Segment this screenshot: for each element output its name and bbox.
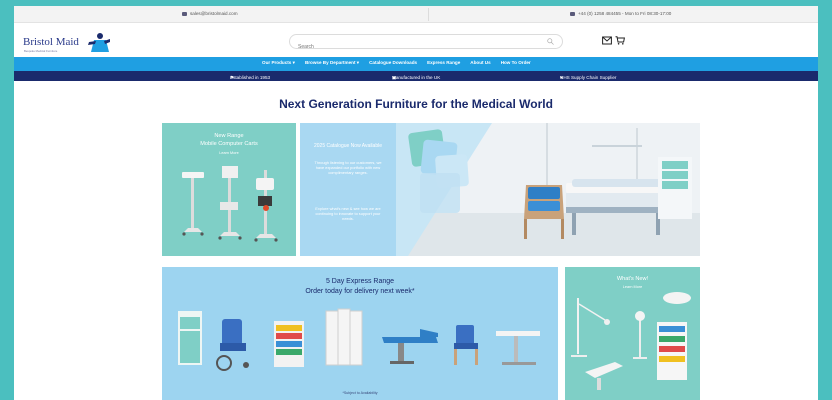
usp-nhs-text: NHS Supply Chain Supplier [560,75,617,80]
tile-whats-new[interactable]: What's New! Learn More [565,267,700,400]
email-text: sales@bristolmaid.com [190,11,238,16]
catalogue-heading: 2025 Catalogue Now Available [313,143,382,149]
computer-carts-image [182,166,278,242]
usp-bar: ⚑ Established in 1953 ▣ Manufactured in … [14,71,818,81]
nav-item-our-products[interactable]: Our Products ▾ [262,60,295,66]
usp-established-text: Established in 1953 [230,75,271,80]
whats-new-learn-more[interactable]: Learn More [565,285,700,289]
express-products-image [178,308,540,371]
email-link[interactable]: sales@bristolmaid.com [182,11,238,16]
nav-item-about-us[interactable]: About Us [470,60,490,66]
nav-item-express-range[interactable]: Express Range [427,60,460,66]
tile-new-range[interactable]: New Range Mobile Computer Carts Learn Mo… [162,123,296,256]
new-range-heading: New Range [214,133,244,139]
catalogue-paragraph-1: Through listening to our customers, we h… [314,160,382,175]
logo-text: Bristol Maid [23,36,79,48]
tile-catalogue[interactable]: 2025 Catalogue Now Available Through lis… [300,123,396,256]
top-bar: sales@bristolmaid.com +44 (0) 1258 48445… [14,6,818,23]
nav-item-how-to-order[interactable]: How To Order [501,60,531,66]
express-footnote: *Subject to Availability [342,391,378,395]
main-nav: Our Products ▾ Browse By Department ▾ Ca… [14,57,818,71]
nav-item-catalogue-downloads[interactable]: Catalogue Downloads [369,60,417,66]
hospital-room-image[interactable] [396,123,700,256]
new-range-learn-more[interactable]: Learn More [162,151,296,155]
usp-manufactured-text: Manufactured in the UK [392,75,441,80]
envelope-icon[interactable] [602,36,612,45]
phone-icon [570,11,575,16]
search-input[interactable] [298,40,538,54]
cart-icon[interactable] [615,36,625,45]
logo-tagline: Bespoke Medical Furniture [24,49,58,53]
phone-text: +44 (0) 1258 484455 - Mon to Fri 08:30-1… [578,11,672,16]
page: sales@bristolmaid.com +44 (0) 1258 48445… [14,6,818,400]
express-heading: 5 Day Express Range [325,278,395,285]
catalogue-paragraph-2: Explore what's new & see how we are cont… [315,206,381,221]
logo[interactable]: Bristol Maid Bespoke Medical Furniture [23,32,113,56]
express-subheading: Order today for delivery next week* [305,288,415,295]
whats-new-heading: What's New! [616,276,649,282]
new-range-subheading: Mobile Computer Carts [200,141,258,147]
topbar-divider [428,8,429,21]
whats-new-products-image [571,292,691,390]
tile-express-range[interactable]: 5 Day Express Range Order today for deli… [162,267,558,400]
search-box[interactable] [289,34,563,54]
hospital-room-photo [396,123,700,256]
header-icons [602,36,625,45]
envelope-icon [182,11,187,16]
page-title: Next Generation Furniture for the Medica… [279,97,553,111]
maid-figure-icon [88,33,110,52]
search-icon[interactable] [547,38,554,45]
nav-item-browse-by-department[interactable]: Browse By Department ▾ [305,60,359,66]
phone-link[interactable]: +44 (0) 1258 484455 - Mon to Fri 08:30-1… [570,11,671,16]
